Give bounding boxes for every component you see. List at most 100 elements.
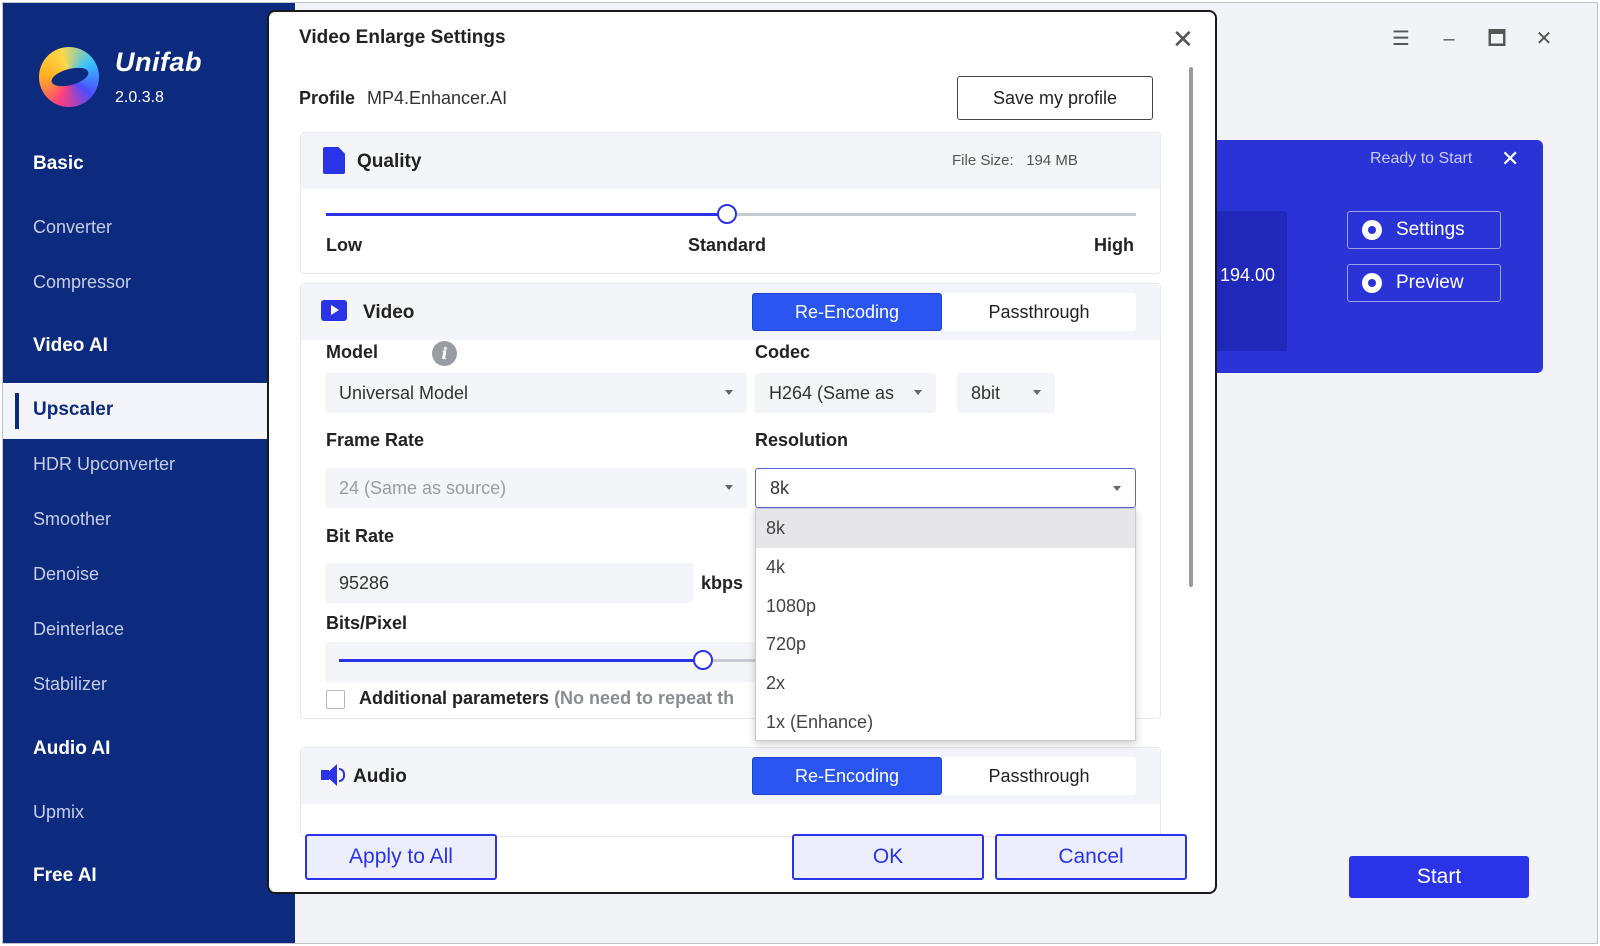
profile-value: MP4.Enhancer.AI [367,88,508,108]
save-profile-button[interactable]: Save my profile [957,76,1153,120]
resolution-option-1080p[interactable]: 1080p [756,587,1135,626]
bit-rate-input-value: 95286 [339,572,390,593]
resolution-option-2x[interactable]: 2x [756,664,1135,703]
model-label: Model [326,342,378,362]
chevron-down-icon [725,485,733,490]
nav-item-hdr-upconverter[interactable]: HDR Upconverter [33,454,175,475]
chevron-down-icon [1113,486,1121,491]
audio-encoding-toggle: Re-Encoding Passthrough [752,757,1136,795]
quality-panel: Quality File Size: 194 MB Low Standard H… [300,132,1161,274]
quality-slider-fill [326,213,727,216]
nav-section-basic: Basic [33,153,84,174]
close-icon[interactable]: ✕ [1530,25,1558,53]
info-icon[interactable]: i [432,341,457,366]
apply-to-all-button[interactable]: Apply to All [305,834,497,880]
chevron-down-icon [914,390,922,395]
nav-section-video-ai: Video AI [33,335,108,356]
audio-re-encoding-button[interactable]: Re-Encoding [752,757,942,795]
audio-panel-header: Audio Re-Encoding Passthrough [301,748,1160,804]
resolution-option-4k[interactable]: 4k [756,548,1135,587]
hamburger-icon[interactable]: ☰ [1387,25,1415,53]
quality-slider-thumb[interactable] [717,204,737,224]
resolution-dropdown-list: 8k 4k 1080p 720p 2x 1x (Enhance) [755,508,1136,741]
nav-item-denoise[interactable]: Denoise [33,564,99,585]
nav-item-smoother[interactable]: Smoother [33,509,111,530]
codec-label: Codec [755,342,811,362]
preview-button[interactable]: Preview [1347,264,1501,302]
nav-section-free-ai: Free AI [33,865,97,886]
start-button[interactable]: Start [1349,856,1529,898]
model-select-value: Universal Model [339,382,469,403]
frame-rate-select: 24 (Same as source) [325,468,747,508]
unifab-logo-icon [39,47,99,107]
sidebar: Unifab 2.0.3.8 Basic Converter Compresso… [3,3,295,943]
nav-item-upscaler[interactable]: Upscaler [3,383,295,439]
task-size: 194.00 [1220,265,1276,285]
quality-low-label: Low [326,235,362,255]
codec-select-value: H264 (Same as [769,382,895,403]
codec-select[interactable]: H264 (Same as [755,373,936,413]
bits-pixel-label: Bits/Pixel [326,613,408,633]
nav-item-compressor[interactable]: Compressor [33,272,131,293]
audio-passthrough-button[interactable]: Passthrough [944,757,1134,795]
bit-rate-label: Bit Rate [326,526,395,546]
resolution-select[interactable]: 8k [755,468,1136,508]
nav-section-audio-ai: Audio AI [33,738,111,759]
settings-button[interactable]: Settings [1347,211,1501,249]
video-play-icon [321,300,347,321]
frame-rate-label: Frame Rate [326,430,425,450]
resolution-option-720p[interactable]: 720p [756,625,1135,664]
bits-pixel-slider-thumb[interactable] [693,650,713,670]
resolution-select-value: 8k [770,477,790,498]
preview-button-label: Preview [1396,272,1464,293]
cancel-button[interactable]: Cancel [995,834,1187,880]
settings-button-label: Settings [1396,219,1465,240]
nav-item-upmix[interactable]: Upmix [33,802,84,823]
model-select[interactable]: Universal Model [325,373,747,413]
task-status: Ready to Start [1370,150,1473,167]
bitdepth-select-value: 8bit [971,382,1001,403]
file-size: File Size: 194 MB [952,152,1078,169]
quality-file-icon [323,147,345,174]
dialog-close-icon[interactable]: ✕ [1172,24,1194,55]
maximize-icon[interactable]: 🗖 [1483,25,1511,53]
additional-params-checkbox[interactable] [326,690,345,709]
resolution-option-8k[interactable]: 8k [756,509,1135,548]
nav-item-stabilizer[interactable]: Stabilizer [33,674,107,695]
ok-button[interactable]: OK [792,834,984,880]
eye-icon [1362,273,1382,293]
quality-high-label: High [1094,235,1134,255]
video-re-encoding-button[interactable]: Re-Encoding [752,293,942,331]
additional-params: Additional parameters (No need to repeat… [359,688,734,709]
nav-item-deinterlace[interactable]: Deinterlace [33,619,124,640]
file-size-label: File Size: [952,152,1014,169]
quality-standard-label: Standard [688,235,767,255]
video-passthrough-button[interactable]: Passthrough [944,293,1134,331]
nav-item-upscaler-label: Upscaler [33,399,114,420]
quality-panel-header: Quality File Size: 194 MB [301,133,1160,189]
app-version: 2.0.3.8 [115,89,164,106]
nav-item-converter[interactable]: Converter [33,217,112,238]
video-encoding-toggle: Re-Encoding Passthrough [752,293,1136,331]
task-close-icon[interactable]: ✕ [1501,146,1519,172]
file-size-value: 194 MB [1026,152,1078,169]
additional-params-hint: (No need to repeat th [554,688,735,708]
minimize-icon[interactable]: – [1435,25,1463,53]
dialog-scrollbar[interactable] [1189,67,1193,587]
quality-title: Quality [357,151,422,172]
profile-label: Profile [299,88,356,108]
resolution-option-1x-enhance[interactable]: 1x (Enhance) [756,703,1135,742]
resolution-label: Resolution [755,430,848,450]
speaker-icon [321,764,345,786]
chevron-down-icon [1033,390,1041,395]
video-title: Video [363,302,415,323]
video-panel-header: Video Re-Encoding Passthrough [301,284,1160,340]
brand-name: Unifab [115,47,202,77]
bitdepth-select[interactable]: 8bit [957,373,1055,413]
additional-params-label: Additional parameters [359,688,550,708]
audio-panel: Audio Re-Encoding Passthrough [300,747,1161,837]
gear-icon [1362,220,1382,240]
bit-rate-unit: kbps [701,573,744,593]
bit-rate-input[interactable]: 95286 [325,563,693,603]
dialog-title: Video Enlarge Settings [299,27,506,48]
